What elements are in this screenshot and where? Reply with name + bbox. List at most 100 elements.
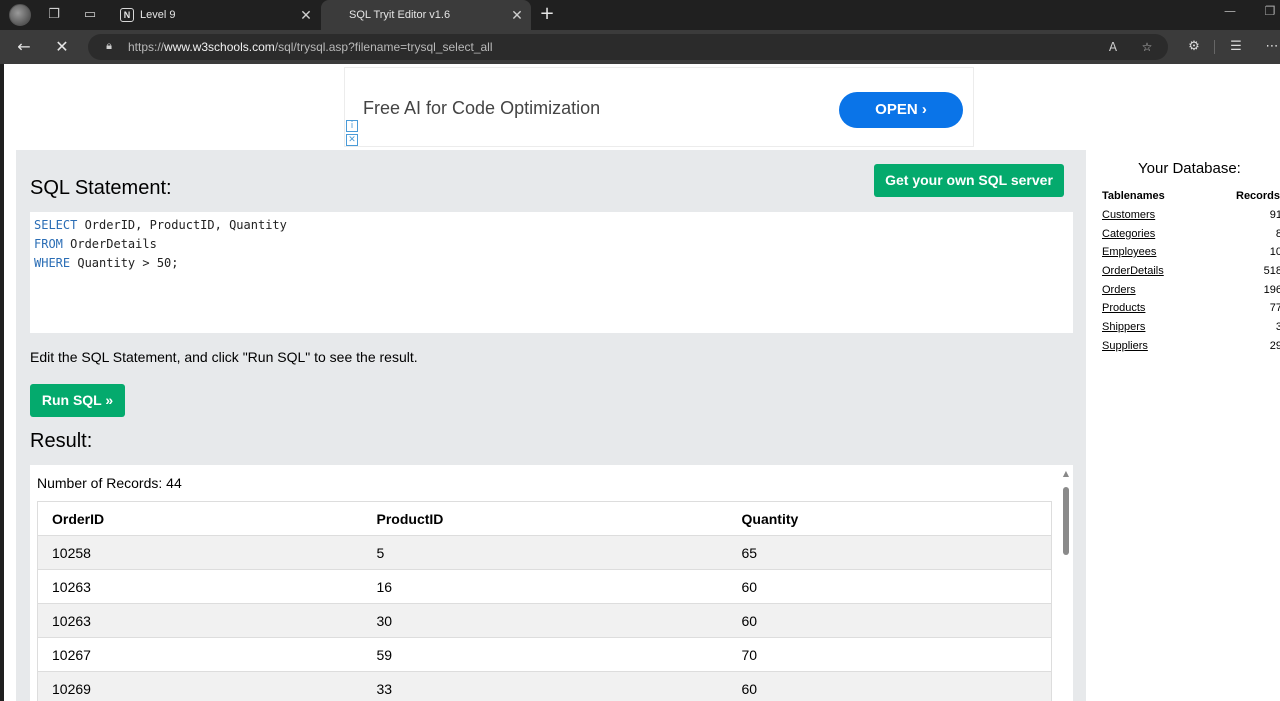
table-link[interactable]: Products (1102, 302, 1145, 314)
restore-icon[interactable]: ❐ (1260, 4, 1280, 18)
record-count-cell: 8 (1275, 228, 1280, 240)
column-header: Quantity (727, 501, 1052, 536)
tab-sql-tryit[interactable]: SQL Tryit Editor v1.6 ✕ (321, 0, 531, 30)
table-row: 10258 5 65 (37, 535, 1052, 570)
tab-label: Level 9 (140, 9, 176, 21)
back-icon[interactable]: ← (14, 37, 34, 57)
extensions-icon[interactable]: ⚙ (1184, 37, 1204, 57)
result-table: OrderID ProductID Quantity 10258 5 65 10… (37, 501, 1052, 701)
ad-open-button[interactable]: OPEN › (839, 92, 963, 128)
table-row: 10269 33 60 (37, 671, 1052, 701)
favorites-icon[interactable]: ☰ (1226, 37, 1246, 57)
table-cell: 59 (362, 637, 728, 672)
workspaces-icon[interactable]: ❐ (44, 5, 64, 25)
tab-bar: ❐ ▭ N Level 9 ✕ SQL Tryit Editor v1.6 ✕ … (0, 0, 1280, 30)
scroll-up-arrow-icon[interactable]: ▲ (1061, 469, 1071, 479)
favorite-star-icon[interactable]: ☆ (1138, 38, 1156, 56)
table-cell: 16 (362, 569, 728, 604)
table-cell: 60 (727, 569, 1052, 604)
new-tab-icon[interactable]: + (537, 4, 557, 24)
column-header: ProductID (362, 501, 728, 536)
code-line: WHERE Quantity > 50; (34, 256, 179, 270)
record-count-cell: 196 (1263, 284, 1280, 296)
ad-close-icon[interactable]: ✕ (346, 134, 358, 146)
notion-icon: N (120, 8, 134, 22)
table-row: 10263 16 60 (37, 569, 1052, 604)
result-panel[interactable]: Number of Records: 44 OrderID ProductID … (30, 465, 1073, 701)
sql-editor[interactable]: SELECT OrderID, ProductID, Quantity FROM… (30, 212, 1073, 333)
records-header: Records (1236, 190, 1280, 202)
table-row: 10267 59 70 (37, 637, 1052, 672)
table-row: 10263 30 60 (37, 603, 1052, 638)
record-count-cell: 3 (1275, 321, 1280, 333)
ad-text[interactable]: Free AI for Code Optimization (363, 98, 600, 119)
table-link[interactable]: Orders (1102, 284, 1136, 296)
table-cell: 10269 (37, 671, 363, 701)
table-link[interactable]: Customers (1102, 209, 1155, 221)
close-tab-icon[interactable]: ✕ (298, 0, 314, 30)
table-link[interactable]: Shippers (1102, 321, 1145, 333)
table-cell: 70 (727, 637, 1052, 672)
result-scrollbar[interactable]: ▲ (1061, 469, 1071, 701)
table-link-row[interactable]: Categories 8 (1102, 228, 1280, 246)
table-cell: 60 (727, 603, 1052, 638)
url-text[interactable]: https://www.w3schools.com/sql/trysql.asp… (128, 34, 493, 60)
table-cell: 30 (362, 603, 728, 638)
toolbar-divider (1214, 40, 1215, 54)
table-link[interactable]: Suppliers (1102, 340, 1148, 352)
table-cell: 10263 (37, 569, 363, 604)
tab-level-9[interactable]: N Level 9 ✕ (112, 0, 320, 30)
minimize-icon[interactable]: — (1220, 4, 1240, 18)
scrollbar-thumb[interactable] (1063, 487, 1069, 555)
run-sql-button[interactable]: Run SQL » (30, 384, 125, 417)
table-cell: 60 (727, 671, 1052, 701)
tab-actions-icon[interactable]: ▭ (80, 5, 100, 25)
stop-loading-icon[interactable]: ✕ (52, 37, 72, 57)
record-count-cell: 29 (1269, 340, 1280, 352)
column-header: OrderID (37, 501, 363, 536)
code-line: SELECT OrderID, ProductID, Quantity (34, 218, 287, 232)
profile-avatar[interactable] (9, 4, 31, 26)
record-count-cell: 77 (1269, 302, 1280, 314)
sql-statement-heading: SQL Statement: (30, 177, 172, 199)
database-heading: Your Database: (1138, 160, 1241, 177)
table-link-row[interactable]: Products 77 (1102, 302, 1280, 320)
table-link[interactable]: Categories (1102, 228, 1155, 240)
table-link[interactable]: Employees (1102, 246, 1156, 258)
page-content: Free AI for Code Optimization OPEN › i ✕… (4, 64, 1280, 701)
read-aloud-icon[interactable]: A (1104, 38, 1122, 56)
table-link-row[interactable]: Suppliers 29 (1102, 340, 1280, 358)
record-count: Number of Records: 44 (37, 475, 182, 491)
lock-icon[interactable]: 🔒︎ (102, 39, 116, 53)
table-cell: 5 (362, 535, 728, 570)
table-cell: 10263 (37, 603, 363, 638)
get-sql-server-button[interactable]: Get your own SQL server (874, 164, 1064, 197)
more-menu-icon[interactable]: ⋯ (1262, 37, 1280, 57)
tablenames-header: Tablenames (1102, 190, 1165, 202)
record-count-cell: 91 (1269, 209, 1280, 221)
record-count-cell: 10 (1269, 246, 1280, 258)
result-heading: Result: (30, 430, 93, 452)
table-cell: 10267 (37, 637, 363, 672)
ad-info-icon[interactable]: i (346, 120, 358, 132)
editor-hint: Edit the SQL Statement, and click "Run S… (30, 349, 418, 365)
table-header-row: OrderID ProductID Quantity (37, 501, 1052, 536)
record-count-cell: 518 (1263, 265, 1280, 277)
table-link-row[interactable]: Shippers 3 (1102, 321, 1280, 339)
editor-panel: SQL Statement: Get your own SQL server S… (16, 150, 1086, 701)
tab-label: SQL Tryit Editor v1.6 (349, 9, 451, 21)
database-sidebar: Your Database: Tablenames Records Custom… (1086, 150, 1280, 701)
table-cell: 10258 (37, 535, 363, 570)
table-link[interactable]: OrderDetails (1102, 265, 1164, 277)
table-cell: 33 (362, 671, 728, 701)
table-link-row[interactable]: Orders 196 (1102, 284, 1280, 302)
table-link-row[interactable]: Customers 91 (1102, 209, 1280, 227)
url-bar[interactable]: 🔒︎ https://www.w3schools.com/sql/trysql.… (88, 34, 1168, 60)
close-tab-icon[interactable]: ✕ (509, 0, 525, 30)
table-link-row[interactable]: Employees 10 (1102, 246, 1280, 264)
table-cell: 65 (727, 535, 1052, 570)
table-link-row[interactable]: OrderDetails 518 (1102, 265, 1280, 283)
address-toolbar: ← ✕ 🔒︎ https://www.w3schools.com/sql/try… (0, 30, 1280, 64)
ad-banner[interactable]: Free AI for Code Optimization OPEN › i ✕ (344, 67, 974, 147)
code-line: FROM OrderDetails (34, 237, 157, 251)
